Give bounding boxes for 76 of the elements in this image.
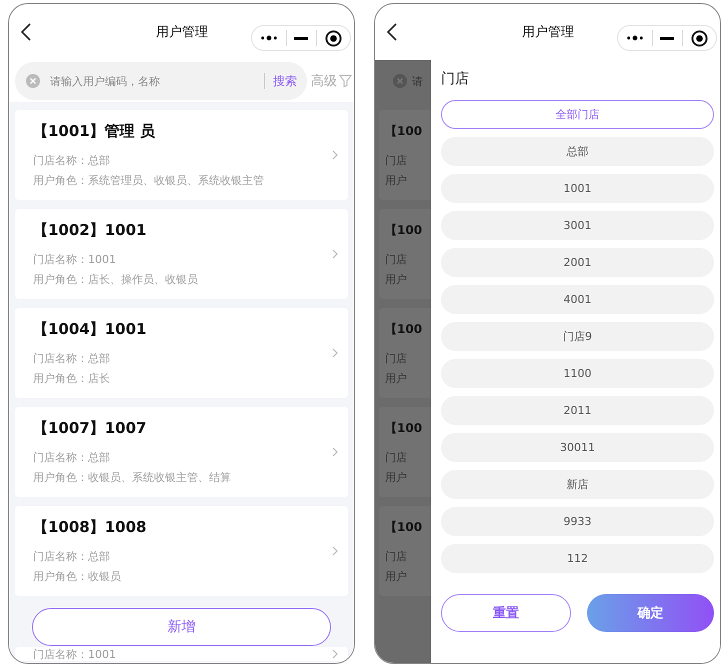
page-title: 用户管理 bbox=[521, 24, 575, 41]
store-option[interactable]: 新店 bbox=[441, 470, 714, 499]
user-title: 【1008】1008 bbox=[33, 517, 148, 537]
store-option[interactable]: 2011 bbox=[441, 396, 714, 425]
user-role-text: 用户角色：店长、操作员、收银员 bbox=[33, 272, 199, 288]
user-title: 【100 bbox=[385, 222, 424, 239]
user-role-text: 用户 bbox=[385, 569, 408, 585]
user-role-text: 用户 bbox=[385, 371, 408, 387]
minimize-icon[interactable] bbox=[660, 36, 674, 40]
minimize-icon[interactable] bbox=[294, 36, 308, 40]
capsule-menu[interactable] bbox=[617, 25, 717, 51]
confirm-button[interactable]: 确定 bbox=[586, 594, 714, 632]
user-title: 【1002】1001 bbox=[33, 220, 148, 240]
store-name-text: 门店名称：总部 bbox=[33, 351, 111, 367]
target-icon[interactable] bbox=[325, 30, 342, 46]
user-card[interactable]: 【1007】1007 门店名称：总部 用户角色：收银员、系统收银主管、结算 bbox=[15, 407, 348, 497]
store-name-text: 门店名称：1001 bbox=[33, 252, 117, 268]
store-option[interactable]: 总部 bbox=[441, 137, 714, 166]
drawer-heading: 门店 bbox=[441, 70, 470, 88]
reset-button[interactable]: 重置 bbox=[441, 594, 570, 632]
chevron-right-icon bbox=[332, 649, 338, 659]
add-button[interactable]: 新增 bbox=[32, 608, 331, 646]
user-role-text: 用户角色：收银员、系统收银主管、结算 bbox=[33, 470, 232, 486]
store-name-text: 门店名称：总部 bbox=[33, 450, 111, 466]
user-role-text: 用户角色：店长 bbox=[33, 371, 111, 387]
user-title: 【100 bbox=[385, 321, 424, 338]
target-icon[interactable] bbox=[691, 30, 708, 46]
user-card[interactable]: 【1004】1001 门店名称：总部 用户角色：店长 bbox=[15, 308, 348, 398]
store-option[interactable]: 1001 bbox=[441, 174, 714, 203]
user-card[interactable]: 【1001】管理 员 门店名称：总部 用户角色：系统管理员、收银员、系统收银主管 bbox=[15, 110, 348, 200]
store-option[interactable]: 4001 bbox=[441, 285, 714, 314]
store-name-text: 门店名称：总部 bbox=[33, 549, 111, 565]
store-name-text: 门店 bbox=[385, 153, 408, 169]
search-button[interactable]: 搜索 bbox=[273, 72, 297, 90]
store-option[interactable]: 9933 bbox=[441, 507, 714, 536]
search-field[interactable]: 请输入用户编码，名称 搜索 bbox=[15, 62, 307, 100]
chevron-right-icon bbox=[332, 249, 338, 259]
more-icon[interactable] bbox=[626, 35, 644, 41]
chevron-right-icon bbox=[332, 348, 338, 358]
store-name-text: 门店 bbox=[385, 549, 408, 565]
user-title: 【100 bbox=[385, 519, 424, 536]
store-name-text: 门店名称：总部 bbox=[33, 153, 111, 169]
user-title: 【1001】管理 员 bbox=[33, 121, 156, 141]
user-role-text: 用户角色：系统管理员、收银员、系统收银主管 bbox=[33, 173, 265, 189]
clear-icon bbox=[393, 74, 407, 88]
store-name-text: 门店 bbox=[385, 351, 408, 367]
store-option[interactable]: 3001 bbox=[441, 211, 714, 240]
chevron-right-icon bbox=[332, 150, 338, 160]
store-option[interactable]: 门店9 bbox=[441, 322, 714, 351]
user-card[interactable]: 【1002】1001 门店名称：1001 用户角色：店长、操作员、收银员 bbox=[15, 209, 348, 299]
store-option[interactable]: 1100 bbox=[441, 359, 714, 388]
user-title: 【100 bbox=[385, 123, 424, 140]
user-title: 【1004】1001 bbox=[33, 319, 148, 339]
user-role-text: 用户 bbox=[385, 272, 408, 288]
store-option[interactable]: 2001 bbox=[441, 248, 714, 277]
back-icon[interactable] bbox=[21, 23, 31, 41]
user-card[interactable]: 【1008】1008 门店名称：总部 用户角色：收银员 bbox=[15, 506, 348, 596]
store-name-text: 门店名称：1001 bbox=[33, 648, 117, 661]
store-name-text: 门店 bbox=[385, 450, 408, 466]
store-name-text: 门店 bbox=[385, 252, 408, 268]
more-icon[interactable] bbox=[260, 35, 278, 41]
page-title: 用户管理 bbox=[155, 24, 209, 41]
user-role-text: 用户 bbox=[385, 470, 408, 486]
store-option[interactable]: 30011 bbox=[441, 433, 714, 462]
dimmed-overlay[interactable]: 请 【100 门店 用户 【100 门店 用户 【100 门店 用户 【100 门店 用户 【100 门店 用户 bbox=[375, 60, 431, 663]
chevron-right-icon bbox=[332, 447, 338, 457]
back-icon[interactable] bbox=[387, 23, 397, 41]
search-placeholder: 请 bbox=[412, 74, 423, 88]
store-option[interactable]: 112 bbox=[441, 544, 714, 573]
store-option[interactable]: 全部门店 bbox=[441, 100, 714, 129]
user-role-text: 用户角色：收银员 bbox=[33, 569, 122, 585]
chevron-right-icon bbox=[332, 546, 338, 556]
user-role-text: 用户 bbox=[385, 173, 408, 189]
capsule-menu[interactable] bbox=[251, 25, 351, 51]
user-title: 【1007】1007 bbox=[33, 418, 148, 438]
user-title: 【100 bbox=[385, 420, 424, 437]
